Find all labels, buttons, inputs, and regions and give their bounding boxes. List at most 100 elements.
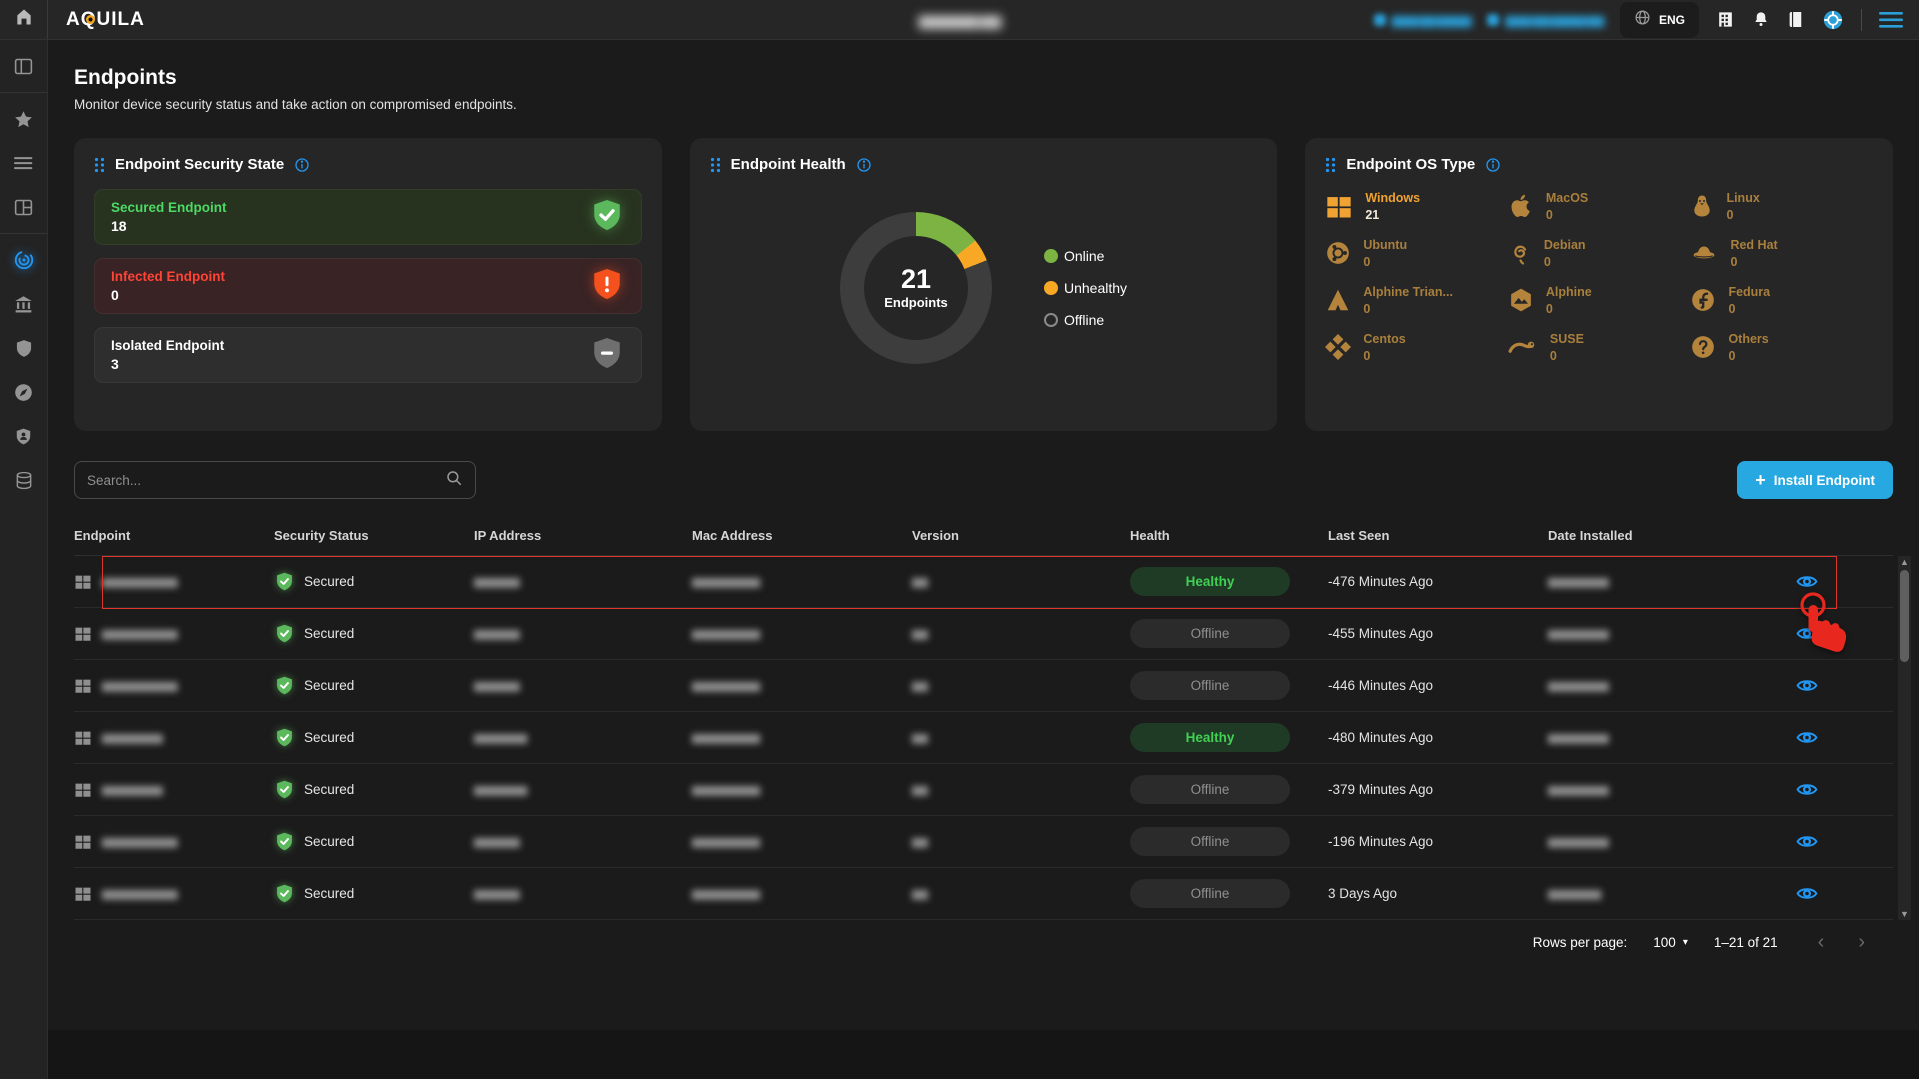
legend-item-offline[interactable]: Offline — [1044, 312, 1127, 328]
app-logo: AQUILA — [66, 9, 145, 31]
col-mac-address: Mac Address — [692, 528, 912, 543]
windows-row-icon — [74, 833, 92, 851]
redacted-link-2[interactable]: ▆▆▆ ▆▆ ▆▆▆▆ ▆▆ — [1487, 13, 1603, 27]
sidebar-item-dashboard-layout[interactable] — [0, 185, 47, 229]
date-installed-redacted: ▆▆▆▆▆▆▆▆ — [1548, 731, 1608, 744]
view-endpoint-button[interactable] — [1795, 677, 1819, 694]
shield-check-icon — [274, 882, 295, 905]
mac-redacted: ▆▆▆▆▆▆▆▆▆ — [692, 575, 759, 588]
donut-center-value: 21 — [901, 266, 931, 293]
linux-tux-icon — [1690, 193, 1714, 219]
shield-check-icon — [274, 830, 295, 853]
scroll-down-icon[interactable]: ▼ — [1900, 908, 1909, 920]
sidebar-item-panels[interactable] — [0, 44, 47, 88]
home-button[interactable] — [0, 0, 48, 39]
organization-button[interactable] — [1716, 10, 1735, 29]
eye-icon — [1795, 833, 1819, 850]
sidebar-item-data[interactable] — [0, 458, 47, 502]
redacted-link-1[interactable]: ▆▆▆ ▆▆ ▆▆▆▆ — [1374, 13, 1471, 27]
view-endpoint-button[interactable] — [1795, 833, 1819, 850]
ip-redacted: ▆▆▆▆▆▆ — [474, 679, 519, 692]
windows-row-icon — [74, 677, 92, 695]
debian-icon — [1508, 240, 1532, 266]
info-icon[interactable] — [294, 157, 310, 173]
table-row[interactable]: ▆▆▆▆▆▆▆▆ Secured ▆▆▆▆▆▆▆ ▆▆▆▆▆▆▆▆▆ ▆▆ He… — [74, 712, 1893, 764]
stat-label: Infected Endpoint — [111, 269, 225, 284]
radar-icon — [13, 249, 35, 271]
shield-icon — [14, 338, 34, 359]
drag-handle-icon[interactable] — [1325, 157, 1336, 173]
date-installed-redacted: ▆▆▆▆▆▆▆▆ — [1548, 575, 1608, 588]
sidebar-item-monitoring[interactable] — [0, 370, 47, 414]
drag-handle-icon[interactable] — [94, 157, 105, 173]
security-status: Secured — [304, 574, 354, 589]
shield-minus-icon — [589, 334, 625, 377]
rows-per-page-label: Rows per page: — [1533, 935, 1628, 950]
table-row[interactable]: ▆▆▆▆▆▆▆▆ Secured ▆▆▆▆▆▆▆ ▆▆▆▆▆▆▆▆▆ ▆▆ Of… — [74, 764, 1893, 816]
language-label: ENG — [1659, 13, 1685, 27]
info-icon[interactable] — [856, 157, 872, 173]
ip-redacted: ▆▆▆▆▆▆▆ — [474, 783, 526, 796]
centos-icon — [1325, 334, 1351, 360]
scroll-up-icon[interactable]: ▲ — [1900, 556, 1909, 568]
stat-value: 3 — [111, 356, 224, 372]
card-title: Endpoint Health — [731, 156, 846, 173]
table-row[interactable]: ▆▆▆▆▆▆▆▆▆▆ Secured ▆▆▆▆▆▆ ▆▆▆▆▆▆▆▆▆ ▆▆ O… — [74, 608, 1893, 660]
book-icon — [1787, 10, 1805, 29]
table-row[interactable]: ▆▆▆▆▆▆▆▆▆▆ Secured ▆▆▆▆▆▆ ▆▆▆▆▆▆▆▆▆ ▆▆ O… — [74, 660, 1893, 712]
windows-row-icon — [74, 625, 92, 643]
drag-handle-icon[interactable] — [710, 157, 721, 173]
health-pill: Offline — [1130, 879, 1290, 908]
sidebar — [0, 40, 48, 1079]
view-endpoint-button[interactable] — [1795, 729, 1819, 746]
version-redacted: ▆▆ — [912, 835, 927, 848]
search-box — [74, 461, 476, 499]
legend-item-online[interactable]: Online — [1044, 248, 1127, 264]
support-button[interactable] — [1822, 9, 1844, 31]
badge-person-icon — [14, 426, 33, 447]
info-icon[interactable] — [1485, 157, 1501, 173]
table-row[interactable]: ▆▆▆▆▆▆▆▆▆▆ Secured ▆▆▆▆▆▆ ▆▆▆▆▆▆▆▆▆ ▆▆ O… — [74, 868, 1893, 920]
table-row[interactable]: ▆▆▆▆▆▆▆▆▆▆ Secured ▆▆▆▆▆▆ ▆▆▆▆▆▆▆▆▆ ▆▆ O… — [74, 816, 1893, 868]
last-seen: -476 Minutes Ago — [1328, 574, 1548, 589]
topbar-center: ▆▆▆▆▆▆ ▆▆ — [919, 0, 1000, 40]
col-version: Version — [912, 528, 1130, 543]
topbar-divider — [1861, 9, 1862, 31]
view-endpoint-button[interactable] — [1795, 781, 1819, 798]
sidebar-item-institution[interactable] — [0, 282, 47, 326]
notifications-button[interactable] — [1752, 10, 1770, 29]
table-row[interactable]: ▆▆▆▆▆▆▆▆▆▆ Secured ▆▆▆▆▆▆ ▆▆▆▆▆▆▆▆▆ ▆▆ H… — [74, 556, 1893, 608]
install-endpoint-button[interactable]: + Install Endpoint — [1737, 461, 1893, 499]
health-pill: Offline — [1130, 827, 1290, 856]
sidebar-item-protection[interactable] — [0, 326, 47, 370]
sidebar-item-identity[interactable] — [0, 414, 47, 458]
sidebar-item-lists[interactable] — [0, 141, 47, 185]
scrollbar-thumb[interactable] — [1900, 570, 1909, 662]
next-page-button[interactable]: › — [1858, 932, 1865, 952]
shield-check-icon — [274, 674, 295, 697]
database-icon — [14, 470, 34, 491]
bell-icon — [1752, 10, 1770, 29]
health-pill: Healthy — [1130, 567, 1290, 596]
col-date-installed: Date Installed — [1548, 528, 1777, 543]
security-status: Secured — [304, 678, 354, 693]
compass-icon — [13, 382, 34, 403]
view-endpoint-button[interactable] — [1795, 573, 1819, 590]
table-scrollbar[interactable]: ▲ ▼ — [1898, 556, 1911, 920]
language-selector[interactable]: ENG — [1620, 2, 1699, 38]
docs-button[interactable] — [1787, 10, 1805, 29]
prev-page-button[interactable]: ‹ — [1818, 932, 1825, 952]
sidebar-item-endpoints-active[interactable] — [0, 238, 47, 282]
eye-icon — [1795, 677, 1819, 694]
view-endpoint-button[interactable] — [1795, 885, 1819, 902]
legend-item-unhealthy[interactable]: Unhealthy — [1044, 280, 1127, 296]
windows-row-icon — [74, 885, 92, 903]
os-item-centos: Centos 0 — [1325, 332, 1508, 363]
security-status: Secured — [304, 730, 354, 745]
os-item-fedora: Fedura 0 — [1690, 285, 1873, 316]
search-input[interactable] — [87, 473, 445, 488]
rows-per-page-select[interactable]: 100 ▾ — [1653, 935, 1688, 950]
main-menu-button[interactable] — [1879, 11, 1903, 29]
sidebar-item-favorites[interactable] — [0, 97, 47, 141]
view-endpoint-button[interactable] — [1795, 625, 1819, 642]
